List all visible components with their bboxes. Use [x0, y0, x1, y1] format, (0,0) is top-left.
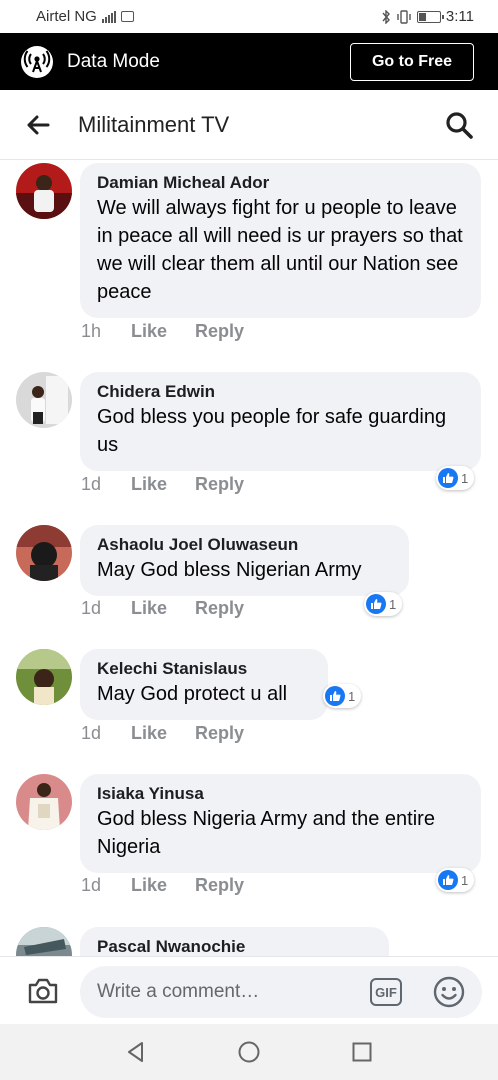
reaction-count[interactable]: 1 [364, 592, 403, 616]
comment-time: 1d [81, 598, 102, 618]
status-bar: Airtel NG 3:11 [0, 0, 498, 33]
thumbs-up-icon [366, 594, 386, 614]
data-mode-bar: Data Mode Go to Free [0, 33, 498, 90]
data-mode-label: Data Mode [67, 50, 160, 72]
clock: 3:11 [445, 8, 474, 25]
go-to-free-button[interactable]: Go to Free [350, 42, 474, 81]
comment-author[interactable]: Pascal Nwanochie [97, 936, 373, 956]
reaction-number: 1 [461, 470, 469, 486]
comment-input[interactable]: Write a comment… GIF [80, 966, 482, 1018]
gif-button[interactable]: GIF [370, 978, 402, 1006]
page-header: Militainment TV [0, 90, 498, 160]
comment-actions: 1d Like Reply [81, 875, 244, 896]
comment-bubble[interactable]: Ashaolu Joel Oluwaseun May God bless Nig… [80, 525, 409, 596]
reply-button[interactable]: Reply [195, 474, 244, 495]
comment-text: May God protect u all [97, 683, 288, 705]
notification-icon [120, 11, 134, 22]
back-arrow-icon[interactable] [24, 111, 52, 139]
avatar[interactable] [16, 649, 72, 705]
comment-bubble[interactable]: Kelechi Stanislaus May God protect u all [80, 649, 328, 720]
like-button[interactable]: Like [131, 474, 195, 495]
reaction-count[interactable]: 1 [436, 868, 475, 892]
reaction-number: 1 [348, 688, 356, 704]
avatar[interactable] [16, 927, 72, 956]
reply-button[interactable]: Reply [195, 723, 244, 744]
comment-actions: 1d Like Reply [81, 598, 244, 619]
bluetooth-icon [382, 9, 390, 24]
comment-text: May God bless Nigerian Army [97, 559, 362, 581]
status-right: 3:11 [381, 8, 474, 25]
nav-recents-icon[interactable] [350, 1040, 374, 1064]
like-button[interactable]: Like [131, 723, 195, 744]
signal-icon [101, 10, 116, 23]
antenna-icon [21, 45, 53, 78]
comment-time: 1d [81, 875, 102, 895]
thumbs-up-icon [325, 686, 345, 706]
battery-icon [416, 10, 444, 23]
comment-time: 1d [81, 723, 102, 743]
comment-author[interactable]: Kelechi Stanislaus [97, 658, 312, 680]
system-nav-bar [0, 1024, 498, 1080]
reply-button[interactable]: Reply [195, 321, 244, 342]
comment-actions: 1d Like Reply [81, 723, 244, 744]
comment-actions: 1h Like Reply [81, 321, 244, 342]
thumbs-up-icon [438, 468, 458, 488]
camera-icon[interactable] [26, 974, 60, 1008]
reaction-number: 1 [389, 596, 397, 612]
comment-time: 1h [81, 321, 102, 341]
avatar[interactable] [16, 525, 72, 581]
comment-bubble[interactable]: Damian Micheal Ador We will always fight… [80, 163, 481, 318]
page-title: Militainment TV [78, 111, 230, 137]
comment-author[interactable]: Isiaka Yinusa [97, 783, 465, 805]
comment-actions: 1d Like Reply [81, 474, 244, 495]
avatar[interactable] [16, 774, 72, 830]
comment-author[interactable]: Damian Micheal Ador [97, 172, 465, 194]
comment-author[interactable]: Ashaolu Joel Oluwaseun [97, 534, 393, 556]
vibrate-icon [397, 9, 411, 24]
emoji-icon[interactable] [432, 975, 466, 1009]
comment-author[interactable]: Chidera Edwin [97, 381, 465, 403]
status-left: Airtel NG [36, 8, 134, 25]
reaction-number: 1 [461, 872, 469, 888]
like-button[interactable]: Like [131, 598, 195, 619]
comment-text: We will always fight for u people to lea… [97, 197, 463, 303]
reply-button[interactable]: Reply [195, 875, 244, 896]
nav-back-icon[interactable] [124, 1040, 148, 1064]
like-button[interactable]: Like [131, 875, 195, 896]
reaction-count[interactable]: 1 [436, 466, 475, 490]
comment-bubble[interactable]: Chidera Edwin God bless you people for s… [80, 372, 481, 471]
comment-input-placeholder: Write a comment… [97, 981, 260, 1002]
thumbs-up-icon [438, 870, 458, 890]
carrier-label: Airtel NG [36, 8, 97, 25]
avatar[interactable] [16, 163, 72, 219]
search-icon[interactable] [444, 110, 474, 140]
screen: Airtel NG 3:11 Data Mode Go to Free Mili… [0, 0, 498, 1080]
avatar[interactable] [16, 372, 72, 428]
comment-composer: Write a comment… GIF [0, 956, 498, 1024]
comments-list[interactable]: Damian Micheal Ador We will always fight… [0, 161, 498, 956]
nav-home-icon[interactable] [237, 1040, 261, 1064]
reaction-count[interactable]: 1 [323, 684, 362, 708]
comment-text: God bless you people for safe guarding u… [97, 406, 447, 456]
comment-bubble[interactable]: Isiaka Yinusa God bless Nigeria Army and… [80, 774, 481, 873]
comment-bubble[interactable]: Pascal Nwanochie [80, 927, 389, 956]
reply-button[interactable]: Reply [195, 598, 244, 619]
comment-time: 1d [81, 474, 102, 494]
like-button[interactable]: Like [131, 321, 195, 342]
comment-text: God bless Nigeria Army and the entire Ni… [97, 808, 435, 858]
